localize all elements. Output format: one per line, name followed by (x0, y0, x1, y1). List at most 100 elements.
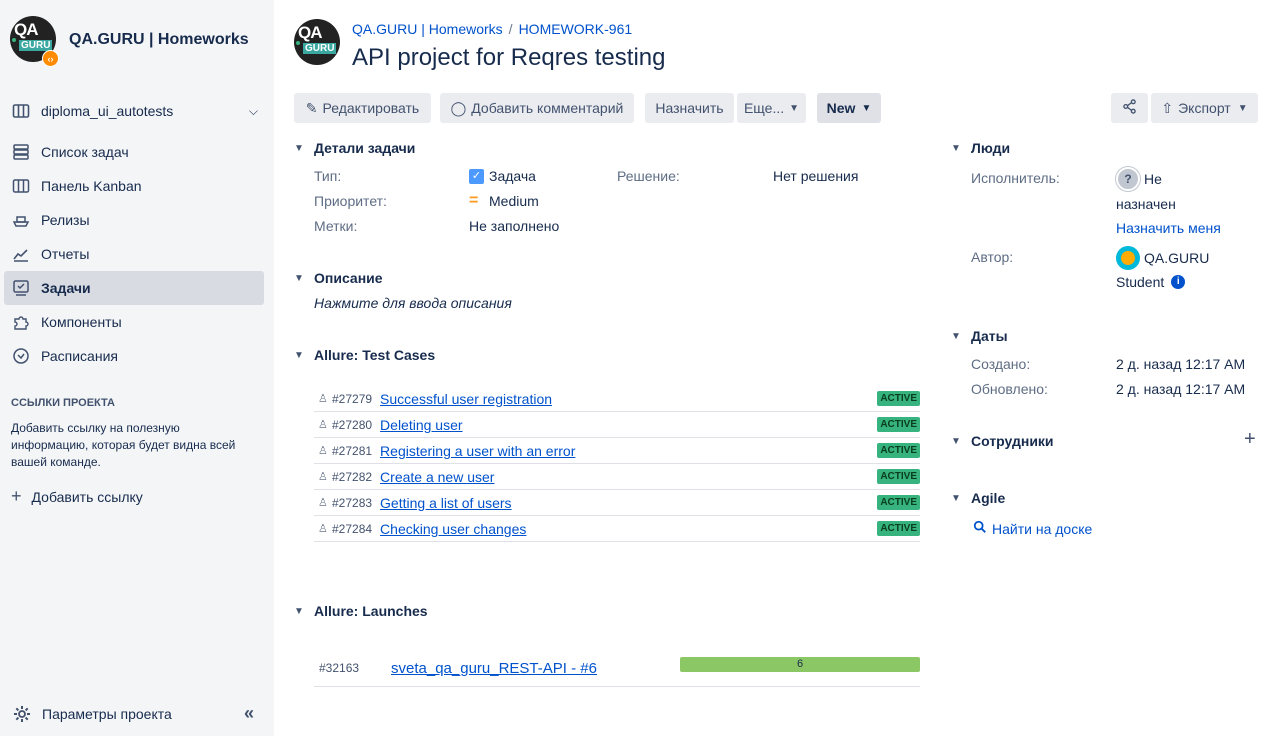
chart-icon (12, 245, 30, 263)
assign-to-me-link[interactable]: Назначить меня (1116, 220, 1221, 236)
chevron-down-icon: ▼ (861, 102, 872, 114)
status-badge: ACTIVE (877, 443, 920, 458)
user-icon: ♙ (318, 445, 328, 457)
backlog-icon (12, 143, 30, 161)
test-case-link[interactable]: Deleting user (380, 417, 463, 433)
labels-label: Метки: (314, 218, 358, 234)
sidebar-item-reports[interactable]: Отчеты (4, 237, 264, 271)
created-label: Создано: (971, 356, 1031, 372)
board-selector[interactable]: diploma_ui_autotests ⌵ (12, 100, 260, 122)
collapse-sidebar-icon[interactable]: « (244, 703, 254, 724)
chevron-down-icon: ▼ (951, 435, 961, 447)
user-icon: ♙ (318, 419, 328, 431)
more-button[interactable]: Еще... ▼ (737, 93, 806, 123)
test-case-link[interactable]: Getting a list of users (380, 495, 512, 511)
add-employee-icon[interactable]: + (1244, 428, 1256, 451)
sidebar-item-components[interactable]: Компоненты (4, 305, 264, 339)
chevron-down-icon: ▼ (294, 272, 304, 284)
description-toggle[interactable]: ▼ Описание (294, 270, 383, 286)
project-header[interactable]: QA GURU ‹› QA.GURU | Homeworks (8, 14, 249, 67)
assignee-label: Исполнитель: (971, 170, 1060, 186)
ship-icon (12, 211, 30, 229)
test-case-row: ♙ #27281 Registering a user with an error A… (314, 438, 920, 464)
comment-icon: ◯ (450, 99, 467, 116)
chevron-down-icon: ⌵ (248, 103, 258, 118)
chevron-down-icon: ▼ (789, 102, 800, 114)
medium-priority-icon: = (469, 192, 479, 209)
test-case-row: ♙ #27282 Create a new user ACTIVE (314, 464, 920, 490)
status-badge: ACTIVE (877, 495, 920, 510)
test-case-link[interactable]: Successful user registration (380, 391, 552, 407)
export-button[interactable]: ⇧ Экспорт ▼ (1151, 93, 1258, 123)
author-value: QA.GURU (1116, 246, 1209, 270)
launch-row: #32163 sveta_qa_guru_REST-API - #6 6 (314, 650, 920, 687)
sidebar-item-kanban[interactable]: Панель Kanban (4, 169, 264, 203)
chevron-down-icon: ▼ (951, 492, 961, 504)
sidebar-item-releases[interactable]: Релизы (4, 203, 264, 237)
project-title[interactable]: QA.GURU | Homeworks (69, 31, 249, 49)
description-field[interactable]: Нажмите для ввода описания (314, 295, 512, 311)
test-case-row: ♙ #27280 Deleting user ACTIVE (314, 412, 920, 438)
chevron-down-icon: ▼ (951, 142, 961, 154)
created-value: 2 д. назад 12:17 AM (1116, 356, 1246, 372)
status-badge: ACTIVE (877, 417, 920, 432)
project-links-description: Добавить ссылку на полезную информацию, … (11, 421, 236, 469)
project-logo: QA GURU ‹› (8, 14, 60, 67)
type-label: Тип: (314, 168, 342, 184)
people-toggle[interactable]: ▼ Люди (951, 140, 1010, 156)
assignee-value: ? Не (1116, 167, 1162, 191)
project-settings-button[interactable]: Параметры проекта « (12, 703, 254, 724)
sidebar-item-issues[interactable]: Задачи (4, 271, 264, 305)
launches-toggle[interactable]: ▼ Allure: Launches (294, 603, 428, 619)
find-on-board-link[interactable]: Найти на доске (973, 520, 1092, 537)
updated-label: Обновлено: (971, 381, 1048, 397)
status-badge: ACTIVE (877, 521, 920, 536)
edit-button[interactable]: ✎ Редактировать (294, 93, 431, 123)
type-value: ✓ Задача (469, 168, 536, 184)
sidebar-nav: Список задач Панель Kanban Релизы Отчеты… (4, 135, 264, 373)
clock-icon (12, 347, 30, 365)
sidebar-item-schedules[interactable]: Расписания (4, 339, 264, 373)
software-project-badge-icon: ‹› (42, 50, 59, 67)
issues-icon (12, 279, 30, 297)
status-button[interactable]: New ▼ (817, 93, 881, 123)
author-label: Автор: (971, 249, 1014, 265)
launch-link[interactable]: sveta_qa_guru_REST-API - #6 (391, 660, 597, 677)
board-icon (12, 177, 30, 195)
labels-value[interactable]: Не заполнено (469, 218, 559, 234)
details-toggle[interactable]: ▼ Детали задачи (294, 140, 415, 156)
resolution-label: Решение: (617, 168, 680, 184)
chevron-down-icon: ▼ (294, 349, 304, 361)
breadcrumb-issue-key[interactable]: HOMEWORK-961 (519, 21, 633, 37)
export-icon: ⇧ (1161, 99, 1174, 116)
unassigned-avatar: ? (1116, 167, 1140, 191)
chevron-down-icon: ▼ (1237, 102, 1248, 114)
sidebar-item-backlog[interactable]: Список задач (4, 135, 264, 169)
status-badge: ACTIVE (877, 469, 920, 484)
share-button[interactable] (1111, 93, 1148, 123)
launch-result-bar[interactable]: 6 (680, 657, 920, 672)
issue-toolbar: ✎ Редактировать ◯ Добавить комментарий Наз… (294, 93, 1258, 123)
board-name: diploma_ui_autotests (41, 103, 174, 119)
plus-icon: + (11, 486, 22, 506)
test-case-link[interactable]: Checking user changes (380, 521, 526, 537)
test-case-link[interactable]: Create a new user (380, 469, 494, 485)
breadcrumb: QA.GURU | Homeworks / HOMEWORK-961 (352, 21, 633, 37)
info-icon: i (1171, 275, 1186, 289)
test-case-link[interactable]: Registering a user with an error (380, 443, 575, 459)
add-comment-button[interactable]: ◯ Добавить комментарий (440, 93, 634, 123)
breadcrumb-project[interactable]: QA.GURU | Homeworks (352, 21, 503, 37)
employees-toggle[interactable]: ▼ Сотрудники (951, 433, 1054, 449)
avatar (1116, 246, 1140, 270)
dates-toggle[interactable]: ▼ Даты (951, 328, 1008, 344)
puzzle-icon (12, 313, 30, 331)
updated-value: 2 д. назад 12:17 AM (1116, 381, 1246, 397)
project-avatar[interactable]: QA GURU (292, 17, 344, 69)
assign-button[interactable]: Назначить (645, 93, 734, 123)
test-case-row: ♙ #27279 Successful user registration ACTIV… (314, 386, 920, 412)
test-cases-toggle[interactable]: ▼ Allure: Test Cases (294, 347, 435, 363)
issue-title[interactable]: API project for Reqres testing (352, 44, 665, 72)
add-link-button[interactable]: + Добавить ссылку (11, 486, 143, 507)
agile-toggle[interactable]: ▼ Agile (951, 490, 1005, 506)
status-badge: ACTIVE (877, 391, 920, 406)
